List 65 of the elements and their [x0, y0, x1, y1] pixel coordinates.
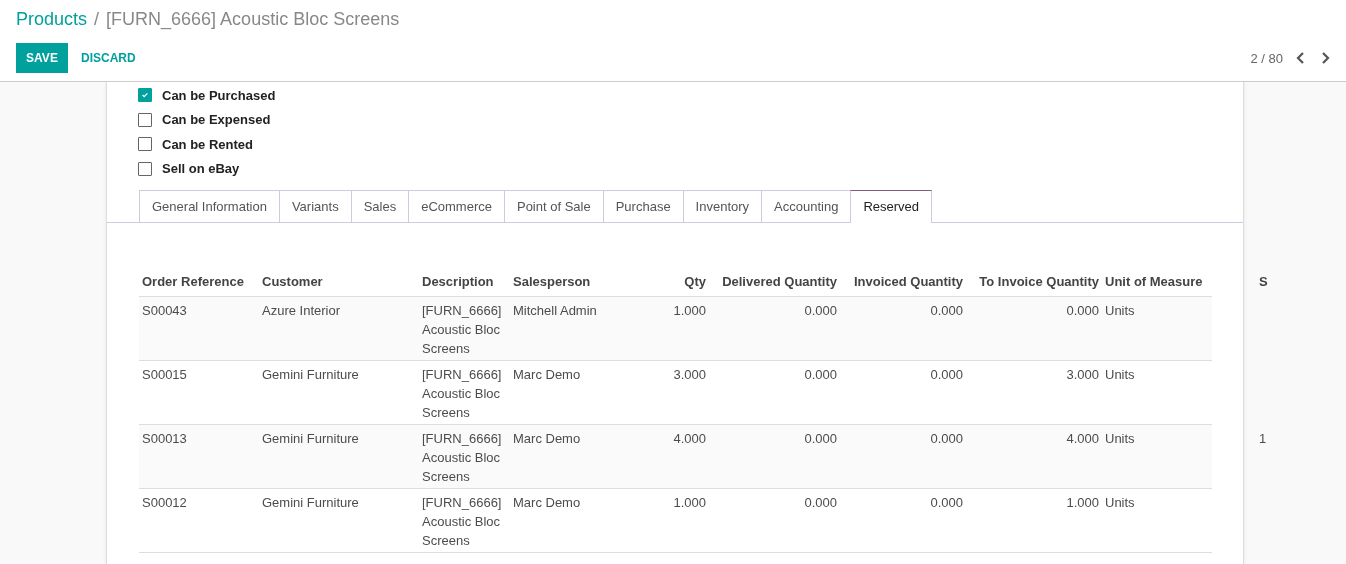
column-header[interactable]: Unit of Measure: [1102, 270, 1257, 296]
table-cell: 0.000: [930, 431, 963, 446]
table-cell: 0.000: [930, 367, 963, 382]
table-cell: Marc Demo: [513, 431, 581, 446]
table-cell: 1: [1259, 431, 1267, 446]
table-cell: 0.000: [804, 431, 837, 446]
checkmark-icon: [141, 91, 149, 100]
table-cell: Gemini Furniture: [262, 495, 359, 510]
checkbox[interactable]: [138, 161, 152, 176]
checkbox-label: Can be Expensed: [162, 112, 271, 128]
table-row[interactable]: S00012 Gemini Furniture [FURN_6666] Acoustic Bloc Screens Marc Demo 1.000 0.000 0.000 1.000 Units: [139, 489, 1212, 553]
next-icon[interactable]: [1320, 52, 1330, 64]
previous-icon[interactable]: [1296, 52, 1306, 64]
breadcrumb-separator: /: [94, 9, 100, 30]
column-header[interactable]: Invoiced Quantity: [840, 270, 966, 296]
table-cell: S00012: [142, 495, 187, 510]
table-cell: S00013: [142, 431, 187, 446]
table-cell: 3.000: [673, 367, 706, 382]
checkbox-label: Can be Rented: [162, 136, 253, 152]
table-cell: Gemini Furniture: [262, 367, 359, 382]
table-cell: [FURN_6666] Acoustic Bloc Screens: [422, 303, 502, 356]
table-cell: [FURN_6666] Acoustic Bloc Screens: [422, 495, 502, 548]
checkbox[interactable]: [138, 112, 152, 127]
table-cell: 0.000: [804, 495, 837, 510]
table-cell: Units: [1105, 367, 1135, 382]
column-header[interactable]: Delivered Quantity: [709, 270, 840, 296]
table-cell: Marc Demo: [513, 367, 581, 382]
column-header[interactable]: Description: [419, 270, 510, 296]
table-cell: [FURN_6666] Acoustic Bloc Screens: [422, 431, 502, 484]
table-cell: S00043: [142, 303, 187, 318]
table-cell: 4.000: [673, 431, 706, 446]
table-cell: Units: [1105, 495, 1135, 510]
table-cell: 0.000: [1066, 303, 1099, 318]
table-cell: Azure Interior: [262, 303, 341, 318]
checkbox-label: Sell on eBay: [162, 161, 240, 177]
table-cell: Marc Demo: [513, 495, 581, 510]
table-cell: 0.000: [804, 303, 837, 318]
column-header[interactable]: Salesperson: [510, 270, 628, 296]
tab[interactable]: General Information: [139, 190, 280, 222]
column-header[interactable]: Order Reference: [139, 270, 259, 296]
checkbox[interactable]: [138, 137, 152, 152]
column-header[interactable]: Customer: [259, 270, 419, 296]
table-cell: 1.000: [1066, 495, 1099, 510]
table-row[interactable]: S00043 Azure Interior [FURN_6666] Acoustic Bloc Screens Mitchell Admin 1.000 0.000 0.000 0.000 Units: [139, 297, 1212, 361]
table-cell: Units: [1105, 303, 1135, 318]
column-header[interactable]: To Invoice Quantity: [966, 270, 1102, 296]
table-cell: 1.000: [673, 303, 706, 318]
table-cell: 0.000: [930, 303, 963, 318]
table-cell: 0.000: [930, 495, 963, 510]
pager-counter: 2 / 80: [1250, 50, 1283, 66]
table-cell: 1.000: [673, 495, 706, 510]
tab[interactable]: Reserved: [850, 190, 933, 223]
table-cell: 4.000: [1066, 431, 1099, 446]
table-cell: S00015: [142, 367, 187, 382]
table-cell: [FURN_6666] Acoustic Bloc Screens: [422, 367, 502, 420]
checkbox-label: Can be Purchased: [162, 87, 276, 103]
table-cell: Mitchell Admin: [513, 303, 597, 318]
column-header[interactable]: S: [1257, 270, 1269, 296]
table-cell: 0.000: [804, 367, 837, 382]
table-cell: Gemini Furniture: [262, 431, 359, 446]
table-cell: Units: [1105, 431, 1135, 446]
checkbox[interactable]: [138, 88, 152, 103]
column-header[interactable]: Qty: [628, 270, 709, 296]
record-title: [FURN_6666] Acoustic Bloc Screens: [106, 9, 400, 30]
table-cell: 3.000: [1066, 367, 1099, 382]
